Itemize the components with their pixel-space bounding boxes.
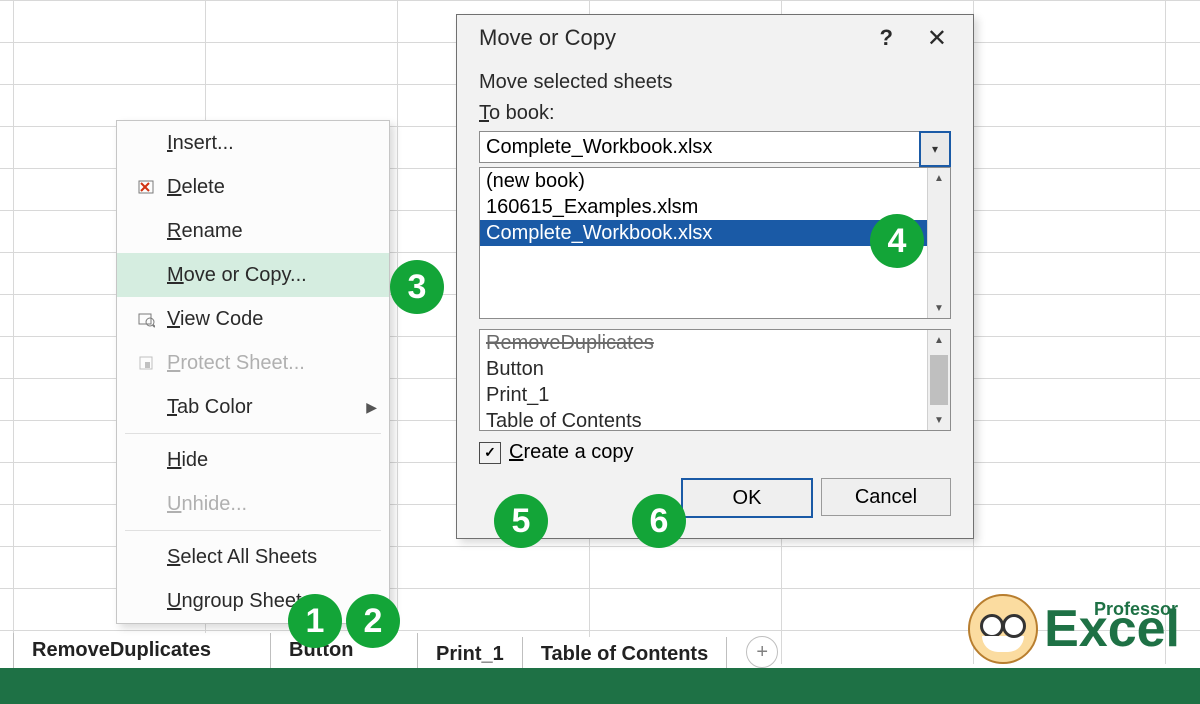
- protect-icon: [131, 354, 161, 372]
- book-option-new[interactable]: (new book): [480, 168, 927, 194]
- ctx-view-code[interactable]: View Code: [117, 297, 389, 341]
- close-button[interactable]: ✕: [927, 24, 947, 53]
- scroll-thumb[interactable]: [930, 355, 948, 405]
- step-badge-1: 1: [288, 594, 342, 648]
- cancel-button[interactable]: Cancel: [821, 478, 951, 516]
- professor-face-icon: [968, 594, 1038, 664]
- status-bar: [0, 668, 1200, 704]
- sheet-tab-button[interactable]: Button: [270, 633, 418, 672]
- view-code-icon: [131, 310, 161, 328]
- ctx-unhide: Unhide...: [117, 482, 389, 526]
- dialog-title: Move or Copy: [479, 25, 616, 51]
- listbox-scrollbar[interactable]: ▲ ▼: [927, 168, 950, 318]
- to-book-label: To book:: [479, 102, 951, 125]
- listbox-scrollbar-2[interactable]: ▲ ▼: [927, 330, 950, 430]
- dialog-subtitle: Move selected sheets: [479, 71, 951, 94]
- ctx-tab-color[interactable]: Tab Color▶: [117, 385, 389, 429]
- sheet-tab-toc[interactable]: Table of Contents: [522, 637, 727, 672]
- checkbox-icon: ✓: [479, 442, 501, 464]
- before-sheet-toc[interactable]: Table of Contents: [480, 408, 927, 430]
- sheet-tab-print1[interactable]: Print_1: [417, 637, 523, 672]
- scroll-up-icon[interactable]: ▲: [928, 330, 950, 350]
- chevron-down-icon: ▾: [932, 142, 938, 156]
- logo-top-text: Professor: [1094, 599, 1178, 620]
- scroll-down-icon[interactable]: ▼: [928, 298, 950, 318]
- scroll-up-icon[interactable]: ▲: [928, 168, 950, 188]
- before-sheet-removeduplicates[interactable]: RemoveDuplicates: [480, 330, 927, 356]
- step-badge-5: 5: [494, 494, 548, 548]
- ctx-move-or-copy[interactable]: Move or Copy...: [117, 253, 389, 297]
- submenu-arrow-icon: ▶: [366, 399, 377, 416]
- ctx-separator: [125, 433, 381, 434]
- to-book-input[interactable]: [479, 131, 919, 163]
- ctx-protect-sheet: Protect Sheet...: [117, 341, 389, 385]
- ok-button[interactable]: OK: [681, 478, 813, 518]
- scroll-down-icon[interactable]: ▼: [928, 410, 950, 430]
- to-book-combo[interactable]: ▾: [479, 131, 951, 167]
- sheet-context-menu: Insert... Delete Rename Move or Copy... …: [116, 120, 390, 624]
- ctx-hide[interactable]: Hide: [117, 438, 389, 482]
- combo-drop-button[interactable]: ▾: [919, 131, 951, 167]
- ctx-rename[interactable]: Rename: [117, 209, 389, 253]
- ctx-separator: [125, 530, 381, 531]
- before-sheet-button[interactable]: Button: [480, 356, 927, 382]
- delete-icon: [131, 178, 161, 196]
- professor-excel-logo: Professor Excel: [968, 594, 1180, 664]
- move-or-copy-dialog: Move or Copy ? ✕ Move selected sheets To…: [456, 14, 974, 539]
- before-sheet-listbox[interactable]: RemoveDuplicates Button Print_1 Table of…: [479, 329, 951, 431]
- help-button[interactable]: ?: [880, 25, 893, 51]
- step-badge-4: 4: [870, 214, 924, 268]
- step-badge-6: 6: [632, 494, 686, 548]
- step-badge-3: 3: [390, 260, 444, 314]
- create-copy-checkbox[interactable]: ✓ Create a copy: [479, 441, 951, 464]
- book-option-complete[interactable]: Complete_Workbook.xlsx: [480, 220, 927, 246]
- ctx-select-all-sheets[interactable]: Select All Sheets: [117, 535, 389, 579]
- book-option-examples[interactable]: 160615_Examples.xlsm: [480, 194, 927, 220]
- ctx-delete[interactable]: Delete: [117, 165, 389, 209]
- before-sheet-print1[interactable]: Print_1: [480, 382, 927, 408]
- new-sheet-button[interactable]: +: [746, 636, 778, 668]
- sheet-tab-removeduplicates[interactable]: RemoveDuplicates: [13, 633, 271, 672]
- step-badge-2: 2: [346, 594, 400, 648]
- ctx-insert[interactable]: Insert...: [117, 121, 389, 165]
